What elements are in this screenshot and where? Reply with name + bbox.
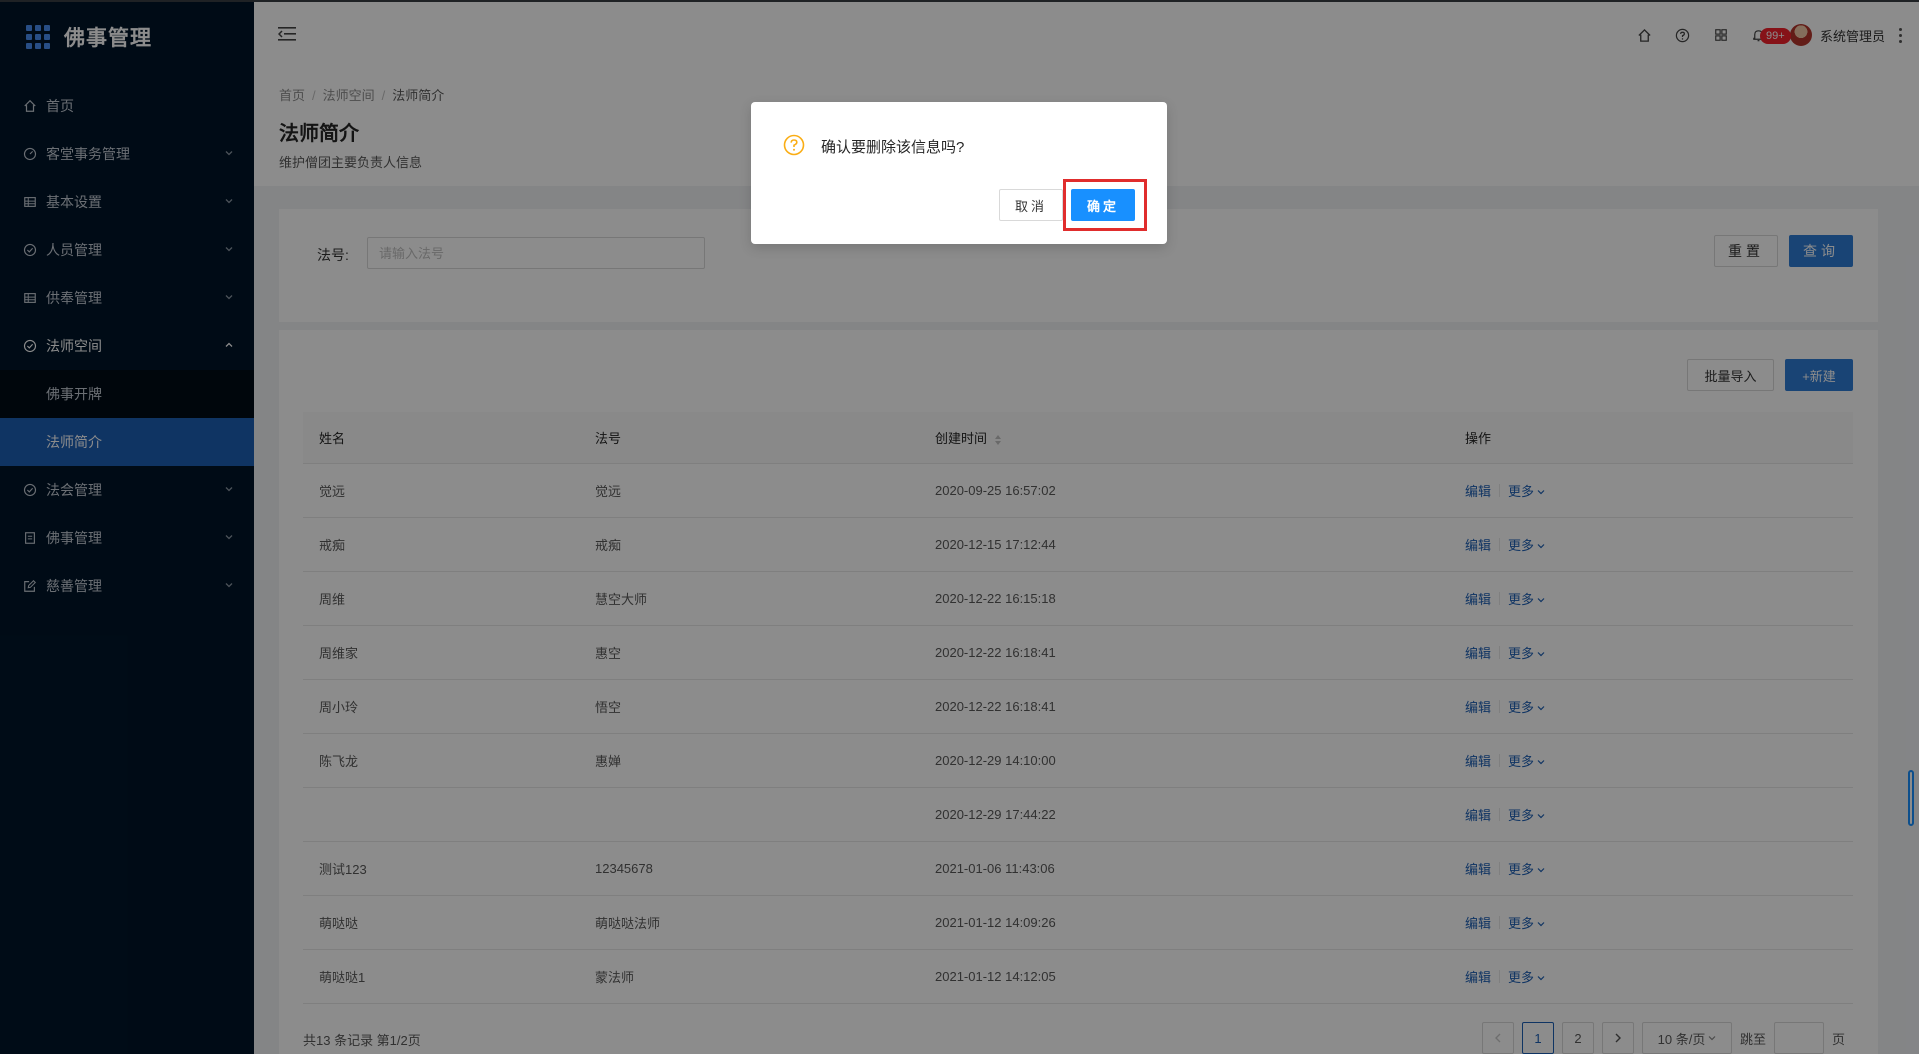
warning-question-icon (783, 134, 805, 156)
highlight-box (1063, 179, 1147, 231)
confirm-dialog: 确认要删除该信息吗? 取消 确定 (751, 102, 1167, 244)
cancel-button[interactable]: 取消 (999, 189, 1063, 221)
confirm-message: 确认要删除该信息吗? (821, 139, 965, 156)
